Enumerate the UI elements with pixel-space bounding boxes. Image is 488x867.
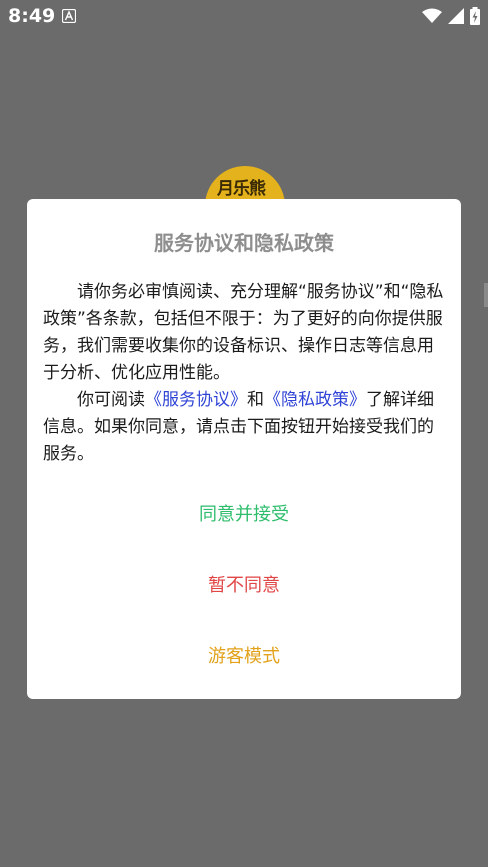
side-scroll-handle — [484, 283, 488, 307]
disagree-button[interactable]: 暂不同意 — [27, 571, 461, 597]
dialog-paragraph-2: 你可阅读《服务协议》和《隐私政策》了解详细信息。如果你同意，请点击下面按钮开始接… — [43, 387, 447, 468]
dialog-body: 请你务必审慎阅读、充分理解“服务协议”和“隐私政策”各条款，包括但不限于：为了更… — [43, 279, 447, 468]
status-icons — [422, 7, 480, 25]
dialog-paragraph-1: 请你务必审慎阅读、充分理解“服务协议”和“隐私政策”各条款，包括但不限于：为了更… — [43, 282, 444, 383]
agree-button[interactable]: 同意并接受 — [27, 500, 461, 526]
status-bar: 8:49 — [0, 0, 488, 34]
app-logo-text: 月乐熊 — [217, 179, 266, 199]
privacy-policy-link[interactable]: 《隐私政策》 — [264, 390, 366, 410]
notification-a-icon — [62, 9, 76, 23]
dialog-title: 服务协议和隐私政策 — [154, 231, 334, 255]
para2-and: 和 — [247, 390, 264, 410]
guest-mode-button[interactable]: 游客模式 — [27, 642, 461, 668]
wifi-icon — [422, 8, 442, 23]
signal-icon — [448, 8, 464, 24]
battery-charging-icon — [470, 7, 480, 25]
status-time: 8:49 — [8, 5, 56, 27]
privacy-dialog: 服务协议和隐私政策 请你务必审慎阅读、充分理解“服务协议”和“隐私政策”各条款，… — [27, 199, 461, 699]
service-agreement-link[interactable]: 《服务协议》 — [145, 390, 247, 410]
para2-prefix: 你可阅读 — [77, 390, 145, 410]
